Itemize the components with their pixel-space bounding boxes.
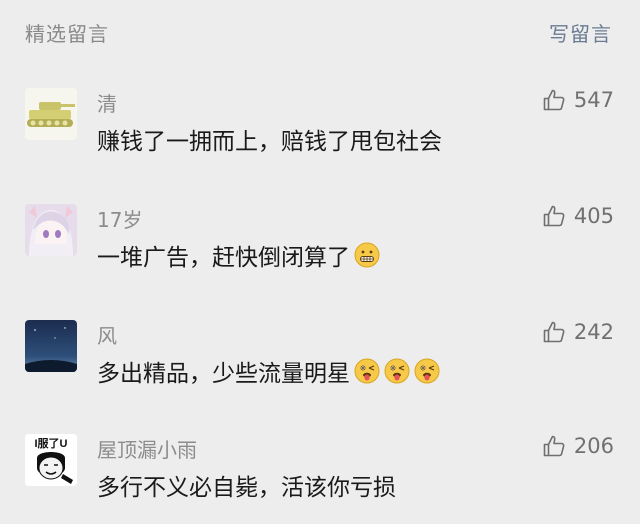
comment-text: 多行不义必自毙，活该你亏损: [97, 468, 396, 502]
night-sky-avatar[interactable]: [25, 320, 77, 372]
comment-nickname: 屋顶漏小雨: [97, 438, 197, 462]
like-button[interactable]: 405: [542, 204, 614, 228]
comment-text: 多出精品，少些流量明星: [97, 354, 440, 388]
avatar-caption: I服了U: [35, 437, 68, 450]
like-count: 405: [573, 204, 614, 228]
like-count: 547: [573, 88, 614, 112]
thumbs-up-icon: [543, 321, 565, 343]
thumbs-up-icon: [543, 89, 565, 111]
like-button[interactable]: 547: [542, 88, 614, 112]
comment-nickname: 风: [97, 324, 117, 348]
section-title: 精选留言: [25, 22, 109, 46]
comment-item: 17岁 一堆广告，赶快倒闭算了 405: [0, 204, 640, 304]
wink-tongue-emoji-icon: [354, 358, 380, 384]
anime-girl-avatar[interactable]: [25, 204, 77, 256]
comment-text: 一堆广告，赶快倒闭算了: [97, 238, 380, 272]
write-comment-button[interactable]: 写留言: [549, 18, 612, 47]
comment-item: 清 赚钱了一拥而上，赔钱了甩包社会 547: [0, 88, 640, 188]
grimace-emoji-icon: [354, 242, 380, 268]
comment-text-body: 赚钱了一拥而上，赔钱了甩包社会: [97, 129, 442, 155]
comment-item: I服了U 屋顶漏小雨 多行不义必自毙，活该你亏损 206: [0, 434, 640, 524]
comment-text: 赚钱了一拥而上，赔钱了甩包社会: [97, 122, 442, 156]
like-count: 242: [573, 320, 614, 344]
comments-page: 精选留言 写留言 清 赚钱了一拥而上，赔钱了甩包社会 547 17岁 一堆广告，…: [0, 0, 640, 524]
comment-text-body: 一堆广告，赶快倒闭算了: [97, 245, 350, 271]
like-button[interactable]: 206: [542, 434, 614, 458]
comment-text-body: 多行不义必自毙，活该你亏损: [97, 475, 396, 501]
wink-tongue-emoji-icon: [414, 358, 440, 384]
tank-avatar[interactable]: [25, 88, 77, 140]
comment-item: 风 多出精品，少些流量明星 242: [0, 320, 640, 420]
wink-tongue-emoji-icon: [384, 358, 410, 384]
meme-face-avatar[interactable]: I服了U: [25, 434, 77, 486]
comment-text-body: 多出精品，少些流量明星: [97, 361, 350, 387]
comment-nickname: 17岁: [97, 208, 143, 232]
thumbs-up-icon: [543, 435, 565, 457]
like-button[interactable]: 242: [542, 320, 614, 344]
like-count: 206: [573, 434, 614, 458]
comment-nickname: 清: [97, 92, 117, 116]
thumbs-up-icon: [543, 205, 565, 227]
